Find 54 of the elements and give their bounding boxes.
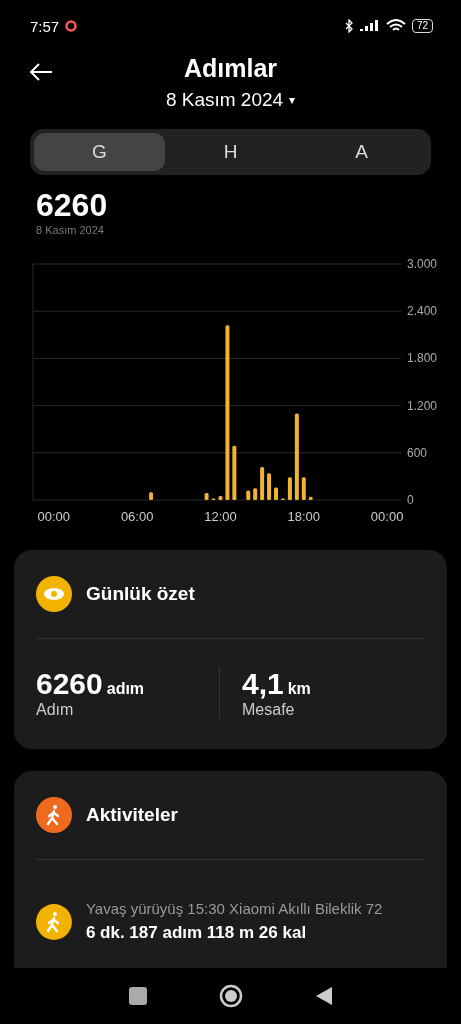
y-tick-label: 1.800 xyxy=(407,351,438,366)
y-tick-label: 0 xyxy=(407,493,414,507)
total-steps: 6260 xyxy=(36,187,425,224)
back-button[interactable] xyxy=(314,986,333,1006)
stat-unit: adım xyxy=(106,680,145,698)
walking-icon xyxy=(36,797,72,833)
home-button[interactable] xyxy=(218,984,243,1008)
record-icon xyxy=(65,20,78,32)
y-tick-label: 1.200 xyxy=(407,398,438,413)
stat-value: 4,1 xyxy=(242,667,284,701)
stat-unit: km xyxy=(287,680,311,698)
caret-icon[interactable]: ▾ xyxy=(289,93,296,107)
bar xyxy=(149,492,154,500)
x-tick-label: 00:00 xyxy=(37,509,71,524)
bar xyxy=(301,477,306,500)
bar xyxy=(308,496,313,500)
page-title: Adımlar xyxy=(183,54,278,83)
bluetooth-icon xyxy=(343,19,354,33)
x-tick-label: 18:00 xyxy=(287,509,321,524)
bar xyxy=(253,488,258,500)
period-tab[interactable]: A xyxy=(296,133,427,171)
wifi-icon xyxy=(385,19,406,33)
period-tab[interactable]: H xyxy=(165,133,296,171)
signal-icon xyxy=(359,19,380,33)
stat-label: Adım xyxy=(36,701,75,719)
bar xyxy=(232,445,237,500)
total-date: 8 Kasım 2024 xyxy=(36,224,105,236)
recents-button[interactable] xyxy=(128,987,147,1005)
walking-icon xyxy=(36,903,72,940)
activity-title: Yavaş yürüyüş 15:30 Xiaomi Akıllı Bileklik 72 xyxy=(85,900,384,917)
bar xyxy=(218,496,223,500)
x-tick-label: 00:00 xyxy=(370,509,404,524)
battery-icon: 72 xyxy=(411,19,433,33)
y-tick-label: 600 xyxy=(407,445,428,460)
x-tick-label: 06:00 xyxy=(120,509,154,524)
card-title: Günlük özet xyxy=(86,583,195,605)
eye-icon xyxy=(36,576,72,612)
stat-value: 6260 xyxy=(36,667,103,701)
bar xyxy=(274,487,278,500)
period-tab[interactable]: G xyxy=(34,133,165,171)
y-tick-label: 3.000 xyxy=(407,257,438,271)
activity-details: 6 dk. 187 adım 118 m 26 kal xyxy=(85,923,308,943)
bar xyxy=(260,466,265,500)
y-tick-label: 2.400 xyxy=(407,304,438,319)
x-tick-label: 12:00 xyxy=(204,509,237,524)
clock: 7:57 xyxy=(30,17,60,35)
stat-label: Mesafe xyxy=(242,701,296,719)
bar xyxy=(246,490,251,500)
date-selector[interactable]: 8 Kasım 2024 xyxy=(165,89,284,111)
bar xyxy=(204,492,209,500)
bar xyxy=(267,473,272,500)
card-title: Aktiviteler xyxy=(86,804,178,826)
back-arrow-icon[interactable] xyxy=(28,62,54,82)
bar xyxy=(287,477,292,500)
